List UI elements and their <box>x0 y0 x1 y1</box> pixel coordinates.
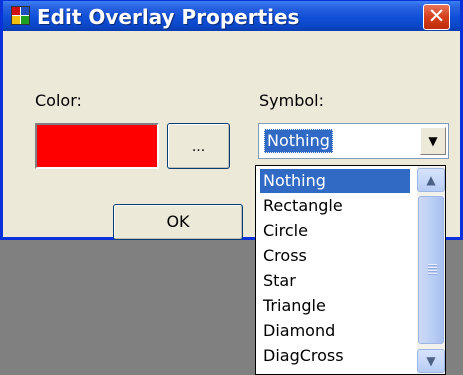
color-swatch[interactable] <box>35 123 159 169</box>
symbol-combobox-value: Nothing <box>264 129 333 153</box>
chevron-up-icon[interactable]: ▲ <box>417 168 445 192</box>
title-bar[interactable]: Edit Overlay Properties ✕ <box>3 1 460 31</box>
app-grid-icon <box>11 6 30 25</box>
scroll-thumb[interactable] <box>418 196 444 344</box>
symbol-option-diagcross[interactable]: DiagCross <box>260 344 410 368</box>
chevron-down-icon[interactable]: ▼ <box>417 349 445 373</box>
ok-button[interactable]: OK <box>113 204 243 240</box>
symbol-option-circle[interactable]: Circle <box>260 219 410 243</box>
close-icon[interactable]: ✕ <box>423 4 450 30</box>
symbol-option-cross[interactable]: Cross <box>260 244 410 268</box>
browse-color-button[interactable]: ... <box>167 123 230 169</box>
dropdown-scrollbar[interactable]: ▲ ▼ <box>417 166 445 374</box>
symbol-option-star[interactable]: Star <box>260 269 410 293</box>
chevron-down-icon[interactable]: ▼ <box>420 127 446 155</box>
symbol-option-nothing[interactable]: Nothing <box>260 169 410 193</box>
symbol-option-diamond[interactable]: Diamond <box>260 319 410 343</box>
dialog-title: Edit Overlay Properties <box>37 5 300 29</box>
symbol-option-triangle[interactable]: Triangle <box>260 294 410 318</box>
symbol-combobox[interactable]: Nothing ▼ <box>258 123 449 159</box>
color-label: Color: <box>35 91 82 110</box>
symbol-dropdown-list[interactable]: Nothing Rectangle Circle Cross Star Tria… <box>255 165 446 375</box>
symbol-option-rectangle[interactable]: Rectangle <box>260 194 410 218</box>
symbol-label: Symbol: <box>259 91 324 110</box>
scroll-grip <box>428 264 437 276</box>
